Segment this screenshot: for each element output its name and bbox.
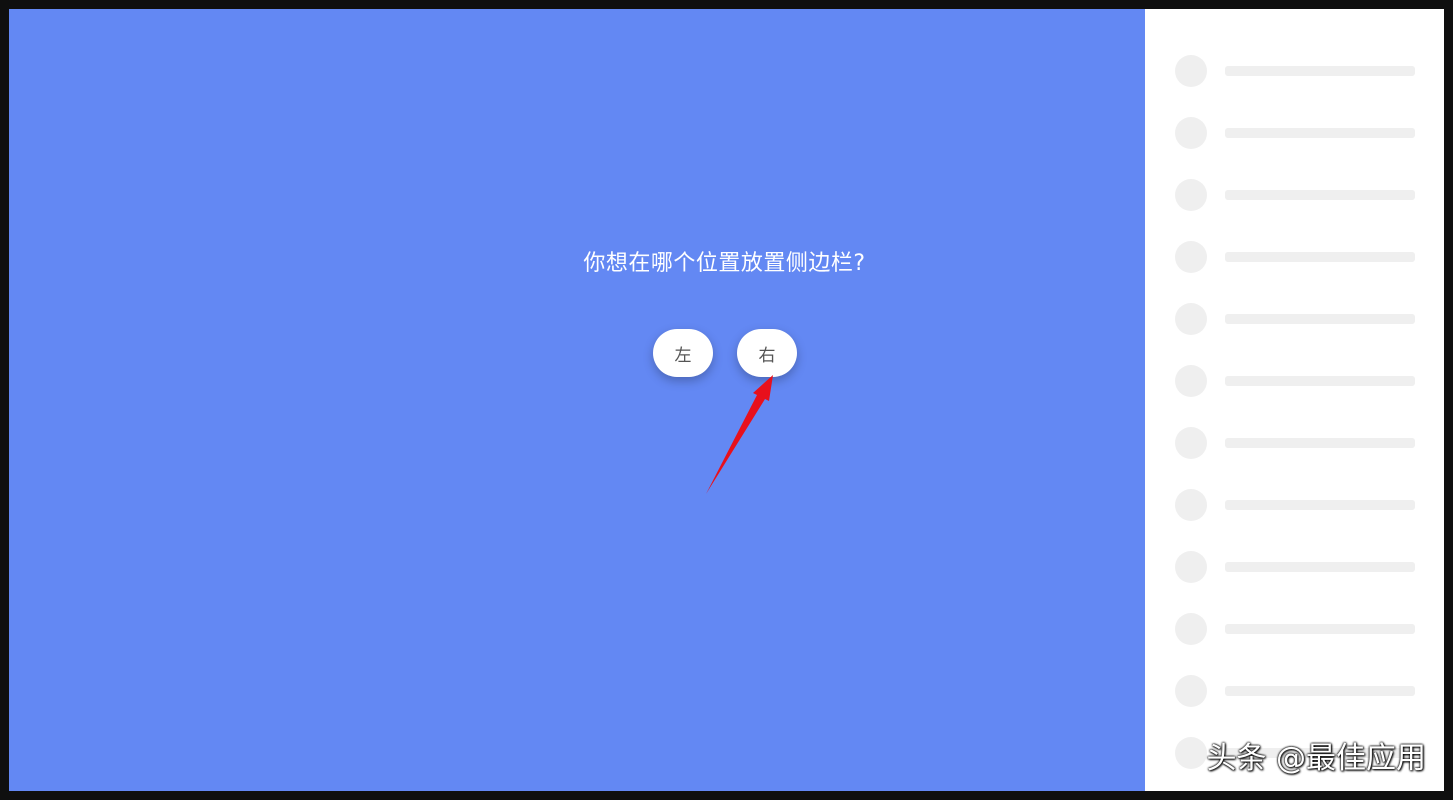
sidebar-placeholder-row [1175,613,1415,645]
sidebar-placeholder-row [1175,489,1415,521]
placeholder-line [1225,314,1415,324]
annotation-arrow-icon [706,375,773,494]
placeholder-line [1225,500,1415,510]
app-window: 你想在哪个位置放置侧边栏? 左 右 头条 @最佳应用 [9,9,1444,791]
right-option-button[interactable]: 右 [737,329,797,377]
placeholder-line [1225,128,1415,138]
sidebar-placeholder-row [1175,241,1415,273]
placeholder-line [1225,686,1415,696]
sidebar-placeholder-row [1175,427,1415,459]
placeholder-line [1225,438,1415,448]
placeholder-avatar [1175,427,1207,459]
placeholder-avatar [1175,551,1207,583]
sidebar-placeholder-row [1175,55,1415,87]
placeholder-line [1225,624,1415,634]
placeholder-avatar [1175,675,1207,707]
main-panel: 你想在哪个位置放置侧边栏? 左 右 [9,9,1145,791]
placeholder-avatar [1175,117,1207,149]
placeholder-line [1225,376,1415,386]
placeholder-avatar [1175,303,1207,335]
placeholder-line [1225,562,1415,572]
placeholder-avatar [1175,241,1207,273]
sidebar-placeholder-row [1175,365,1415,397]
sidebar-placeholder-row [1175,675,1415,707]
placeholder-avatar [1175,737,1207,769]
placeholder-line [1225,190,1415,200]
sidebar-preview [1145,9,1444,791]
sidebar-placeholder-row [1175,117,1415,149]
placeholder-avatar [1175,365,1207,397]
left-option-button[interactable]: 左 [653,329,713,377]
watermark: 头条 @最佳应用 [1206,741,1426,776]
placeholder-avatar [1175,489,1207,521]
placeholder-avatar [1175,613,1207,645]
placeholder-avatar [1175,55,1207,87]
sidebar-placeholder-row [1175,303,1415,335]
placeholder-line [1225,252,1415,262]
sidebar-placeholder-row [1175,551,1415,583]
sidebar-placeholder-row [1175,179,1415,211]
placeholder-avatar [1175,179,1207,211]
placeholder-line [1225,66,1415,76]
